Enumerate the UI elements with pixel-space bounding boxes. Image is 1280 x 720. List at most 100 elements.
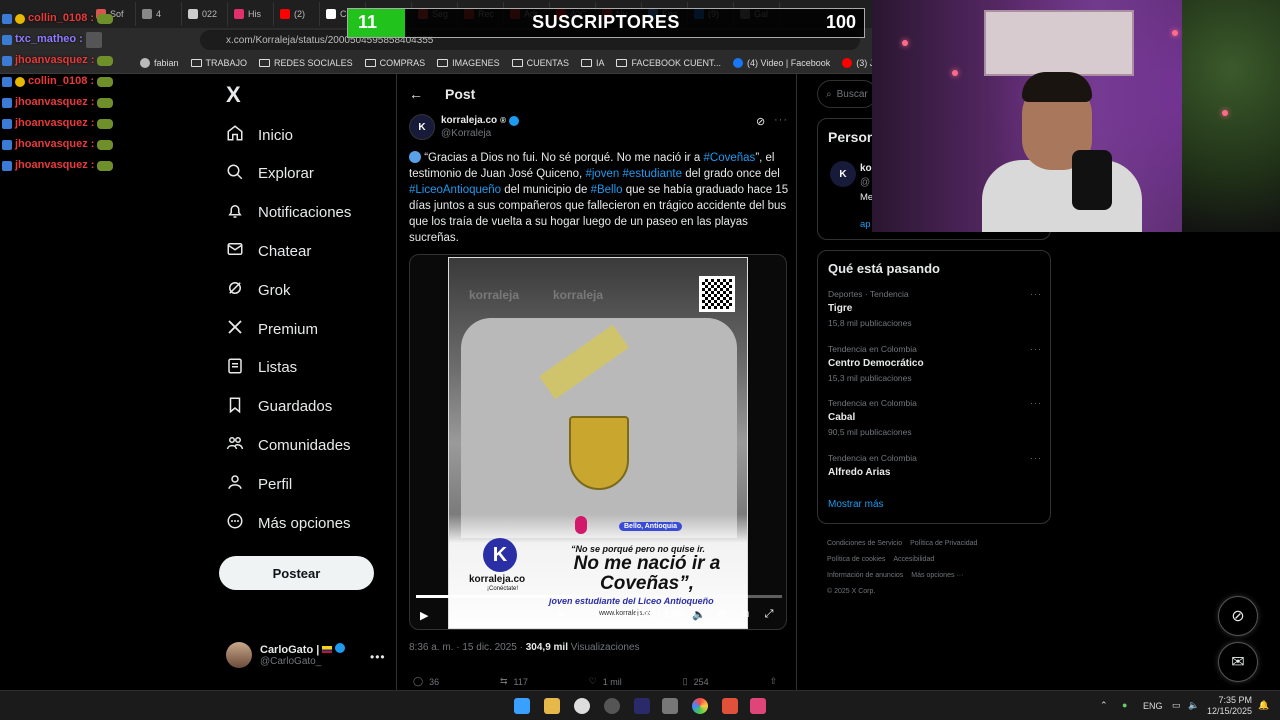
nav-item-label: Guardados <box>258 398 333 416</box>
hashtag-link[interactable]: #LiceoAntioqueño <box>409 184 501 196</box>
author-avatar[interactable]: K <box>409 114 435 140</box>
trend-item[interactable]: Tendencia en Colombia Centro Democrático 1… <box>828 344 1042 392</box>
nav-item-grok[interactable]: Grok <box>226 275 291 305</box>
hashtag-link[interactable]: #joven <box>585 168 619 180</box>
bookmark-item[interactable]: TRABAJO <box>190 58 247 68</box>
hashtag-link[interactable]: #estudiante <box>623 168 682 180</box>
footer-link[interactable]: Información de anuncios <box>827 572 903 579</box>
nav-item-explorar[interactable]: Explorar <box>226 159 314 189</box>
bookmark-item[interactable]: FACEBOOK CUENT... <box>616 58 721 68</box>
premiere-icon[interactable] <box>634 698 650 714</box>
x-logo-icon[interactable]: X <box>226 84 248 106</box>
mic-tray-icon[interactable]: ● <box>1122 700 1127 710</box>
youtube-icon <box>842 57 853 68</box>
post-text: “Gracias a Dios no fui. No sé porqué. No… <box>409 150 789 246</box>
post-action[interactable]: ◯ 36 <box>413 676 439 687</box>
show-more-link[interactable]: Mostrar más <box>828 499 884 510</box>
nav-item-msopciones[interactable]: Más opciones <box>226 508 351 538</box>
color-picker-icon[interactable] <box>692 698 708 714</box>
footer-link[interactable]: Accesibilidad <box>893 556 934 563</box>
profile-link[interactable]: ap <box>860 219 871 230</box>
post-action[interactable]: ⇆ 117 <box>500 676 528 687</box>
nav-item-notificaciones[interactable]: Notificaciones <box>226 198 351 228</box>
author-name-row[interactable]: korraleja.co ® <box>441 115 520 126</box>
tiktok-icon[interactable] <box>750 698 766 714</box>
nav-item-premium[interactable]: Premium <box>226 314 318 344</box>
post-more-icon[interactable]: ··· <box>774 114 788 126</box>
post-timestamp[interactable]: 8:36 a. m. · 15 dic. 2025 · <box>409 642 526 653</box>
browser-tab[interactable]: (2) <box>274 2 320 26</box>
nav-item-guardados[interactable]: Guardados <box>226 392 332 422</box>
trend-item[interactable]: Tendencia en Colombia Alfredo Arias ··· <box>828 453 1042 501</box>
bookmark-item[interactable]: COMPRAS <box>364 58 425 68</box>
footer-link[interactable]: Más opciones ··· <box>911 572 963 579</box>
file-explorer-icon[interactable] <box>544 698 560 714</box>
footer-link[interactable]: Política de Privacidad <box>910 540 977 547</box>
trend-more-icon[interactable]: ··· <box>1030 344 1042 354</box>
footer-link[interactable]: Política de cookies <box>827 556 885 563</box>
back-arrow-icon[interactable]: ← <box>409 86 423 102</box>
picture-in-picture-icon[interactable]: ⧉ <box>738 608 752 622</box>
bookmark-item[interactable]: (4) Video | Facebook <box>733 57 830 68</box>
settings-gear-icon[interactable]: ⚙ <box>715 608 729 622</box>
browser-tab[interactable]: 4 <box>136 2 182 26</box>
notification-bell-icon[interactable]: 🔔 <box>1258 700 1269 711</box>
profile-name[interactable]: ko <box>860 163 872 174</box>
volume-tray-icon[interactable]: 🔈 <box>1188 700 1199 711</box>
tray-chevron-icon[interactable]: ⌃ <box>1100 700 1108 711</box>
bookmark-item[interactable]: IA <box>580 58 604 68</box>
nav-item-comunidades[interactable]: Comunidades <box>226 430 351 460</box>
footer-link[interactable]: Condiciones de Servicio <box>827 540 902 547</box>
search-input[interactable]: ⌕ Buscar <box>817 80 877 108</box>
post-button[interactable]: Postear <box>219 556 374 590</box>
app-icon[interactable] <box>662 698 678 714</box>
clock-date[interactable]: 12/15/2025 <box>1206 706 1252 716</box>
bookmark-item[interactable]: REDES SOCIALES <box>259 58 353 68</box>
account-more-icon[interactable]: ••• <box>370 650 386 664</box>
clock-time[interactable]: 7:35 PM <box>1214 695 1252 705</box>
volume-icon[interactable]: 🔈 <box>692 608 706 622</box>
bookmark-item[interactable]: (3) Jingle Pun <box>842 57 872 68</box>
footer-link[interactable]: © 2025 X Corp. <box>827 588 875 595</box>
browser-tab[interactable]: 022 <box>182 2 228 26</box>
avatar <box>226 642 252 668</box>
nav-item-chatear[interactable]: Chatear <box>226 236 311 266</box>
video-progress-bar[interactable] <box>416 595 782 598</box>
grok-explain-icon[interactable]: ⊘ <box>756 115 765 128</box>
nav-item-perfil[interactable]: Perfil <box>226 469 292 499</box>
app-icon[interactable] <box>604 698 620 714</box>
trend-more-icon[interactable]: ··· <box>1030 289 1042 299</box>
hashtag-link[interactable]: #Bello <box>591 184 623 196</box>
author-handle[interactable]: @Korraleja <box>441 128 491 139</box>
chat-emote-icon <box>97 97 114 108</box>
windows-start-icon[interactable] <box>514 698 530 714</box>
bookmark-icon: ▯ <box>682 676 688 686</box>
post-action[interactable]: ▯ 254 <box>683 676 709 687</box>
video-player[interactable]: korraleja korraleja Bello, Antioquia K k… <box>409 254 787 630</box>
bookmark-item[interactable]: CUENTAS <box>511 58 569 68</box>
video-quote-headline: No me nació ir a Coveñas”, <box>573 553 721 594</box>
messages-fab-icon[interactable]: ✉ <box>1218 642 1258 682</box>
nav-item-listas[interactable]: Listas <box>226 353 297 383</box>
play-icon[interactable]: ▶ <box>420 609 432 622</box>
obs-icon[interactable] <box>574 698 590 714</box>
bookmark-item[interactable]: fabian <box>140 57 179 68</box>
browser-tab[interactable]: His <box>228 2 274 26</box>
brave-browser-icon[interactable] <box>722 698 738 714</box>
language-indicator[interactable]: ENG <box>1143 701 1163 711</box>
grok-fab-icon[interactable]: ⊘ <box>1218 596 1258 636</box>
account-switcher[interactable]: CarloGato | @CarloGato_ <box>226 642 346 668</box>
trend-more-icon[interactable]: ··· <box>1030 453 1042 463</box>
trend-item[interactable]: Tendencia en Colombia Cabal 90,5 mil publi… <box>828 398 1042 446</box>
post-action[interactable]: ♡ 1 mil <box>589 676 622 687</box>
chat-emote-icon <box>97 160 114 171</box>
fullscreen-icon[interactable]: ⤢ <box>762 608 776 622</box>
trend-item[interactable]: Deportes · Tendencia Tigre 15,8 mil public… <box>828 289 1042 337</box>
hashtag-link[interactable]: #Coveñas <box>704 152 756 164</box>
nav-item-inicio[interactable]: Inicio <box>226 120 293 150</box>
avatar[interactable]: K <box>830 161 856 187</box>
trend-more-icon[interactable]: ··· <box>1030 398 1042 408</box>
network-icon[interactable]: ▭ <box>1172 700 1181 711</box>
bookmark-item[interactable]: IMAGENES <box>437 58 500 68</box>
post-action[interactable]: ⇧ <box>769 676 783 687</box>
